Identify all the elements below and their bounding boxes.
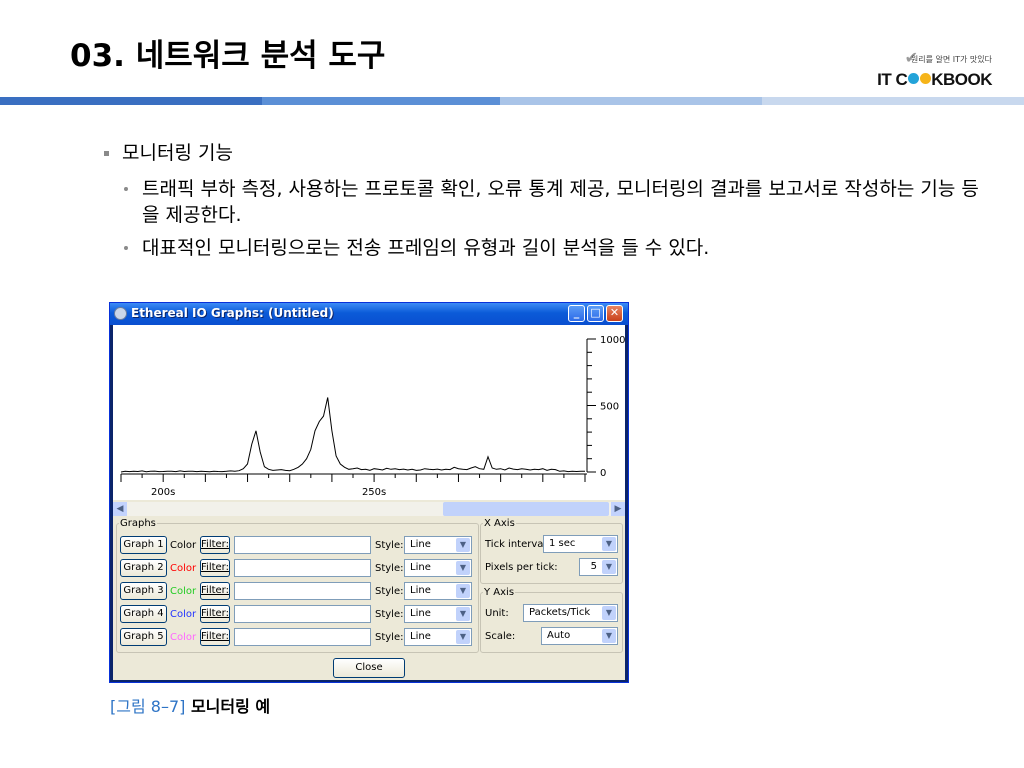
graph-5-style-value: Line <box>410 631 431 642</box>
header-color-band <box>0 97 1024 105</box>
graph-3-filter-button[interactable]: Filter: <box>200 582 230 600</box>
brand-name-part-1: IT C <box>877 70 908 89</box>
window-client: 200s 250s 0 500 1000 ◀ ▶ Graphs Graph 1 Color… <box>113 325 625 680</box>
graph-5-filter-input[interactable] <box>234 628 371 646</box>
graph-2-style-label: Style: <box>375 563 404 574</box>
graph-4-style-value: Line <box>410 608 431 619</box>
horizontal-scrollbar[interactable]: ◀ ▶ <box>113 502 625 516</box>
brand-logo: ✔ 원리를 알면 IT가 맛있다 IT C KBOOK <box>854 48 994 95</box>
graph-5-color-label[interactable]: Color <box>170 632 196 643</box>
series-line-1 <box>120 397 586 473</box>
io-graph-plot: 200s 250s 0 500 1000 <box>113 325 625 500</box>
slide-title: 03. 네트워크 분석 도구 <box>70 38 386 74</box>
graph-3-style-value: Line <box>410 585 431 596</box>
caption-tag: [그림 8–7] <box>110 697 186 716</box>
maximize-button[interactable]: □ <box>587 305 604 322</box>
scroll-left-icon[interactable]: ◀ <box>113 502 127 516</box>
scrollbar-thumb[interactable] <box>443 502 609 516</box>
graph-4-style-select[interactable]: Line ▼ <box>404 605 472 623</box>
x-tick-label: 250s <box>362 487 386 498</box>
io-graphs-window: Ethereal IO Graphs: (Untitled) _ □ ✕ 200… <box>109 302 629 683</box>
graph-1-filter-input[interactable] <box>234 536 371 554</box>
graph-1-style-select[interactable]: Line ▼ <box>404 536 472 554</box>
caption-text: 모니터링 예 <box>185 697 271 716</box>
scale-value: Auto <box>547 630 571 641</box>
graph-3-button[interactable]: Graph 3 <box>120 582 167 600</box>
bullet-main: 모니터링 기능 <box>100 140 980 166</box>
graph-3-style-label: Style: <box>375 586 404 597</box>
figure-caption: [그림 8–7] 모니터링 예 <box>110 693 270 717</box>
graph-3-filter-input[interactable] <box>234 582 371 600</box>
pixels-per-tick-value: 5 <box>590 561 597 572</box>
graph-3-color-label[interactable]: Color <box>170 586 196 597</box>
graph-1-color-label[interactable]: Color <box>170 540 196 551</box>
scale-select[interactable]: Auto ▼ <box>541 627 618 645</box>
brand-name: IT C KBOOK <box>877 70 992 90</box>
chevron-down-icon: ▼ <box>456 538 470 552</box>
graph-1-style-label: Style: <box>375 540 404 551</box>
y-tick-label: 500 <box>600 402 619 413</box>
tick-interval-value: 1 sec <box>549 538 576 549</box>
graph-5-button[interactable]: Graph 5 <box>120 628 167 646</box>
close-button[interactable]: Close <box>333 658 405 678</box>
tick-interval-select[interactable]: 1 sec ▼ <box>543 535 618 553</box>
x-tick-label: 200s <box>151 487 175 498</box>
band-segment-3 <box>500 97 762 105</box>
pixels-per-tick-label: Pixels per tick: <box>485 562 558 573</box>
minimize-button[interactable]: _ <box>568 305 585 322</box>
unit-select[interactable]: Packets/Tick ▼ <box>523 604 618 622</box>
logo-dot-yellow <box>919 73 931 84</box>
graph-2-style-value: Line <box>410 562 431 573</box>
graph-2-button[interactable]: Graph 2 <box>120 559 167 577</box>
graph-4-filter-input[interactable] <box>234 605 371 623</box>
chevron-down-icon: ▼ <box>602 537 616 551</box>
chevron-down-icon: ▼ <box>602 629 616 643</box>
graph-1-button[interactable]: Graph 1 <box>120 536 167 554</box>
scroll-right-icon[interactable]: ▶ <box>611 502 625 516</box>
bullet-list: 모니터링 기능 트래픽 부하 측정, 사용하는 프로토콜 확인, 오류 통계 제… <box>100 140 980 268</box>
graph-3-style-select[interactable]: Line ▼ <box>404 582 472 600</box>
y-tick-label: 1000 <box>600 335 625 346</box>
chevron-down-icon: ▼ <box>602 560 616 574</box>
band-segment-1 <box>0 97 262 105</box>
chevron-down-icon: ▼ <box>456 584 470 598</box>
window-title: Ethereal IO Graphs: (Untitled) <box>131 306 334 320</box>
graph-2-color-label[interactable]: Color <box>170 563 196 574</box>
graph-4-style-label: Style: <box>375 609 404 620</box>
unit-label: Unit: <box>485 608 509 619</box>
graphs-legend: Graphs <box>120 518 156 529</box>
graph-5-style-select[interactable]: Line ▼ <box>404 628 472 646</box>
graph-1-style-value: Line <box>410 539 431 550</box>
graph-2-filter-button[interactable]: Filter: <box>200 559 230 577</box>
tick-interval-label: Tick interval: <box>485 539 550 550</box>
graph-5-style-label: Style: <box>375 632 404 643</box>
band-segment-4 <box>762 97 1024 105</box>
y-axis-legend: Y Axis <box>484 587 515 598</box>
unit-value: Packets/Tick <box>529 607 591 618</box>
logo-dot-blue <box>907 73 919 84</box>
bullet-sub-1: 트래픽 부하 측정, 사용하는 프로토콜 확인, 오류 통계 제공, 모니터링의… <box>120 176 980 228</box>
chevron-down-icon: ▼ <box>456 561 470 575</box>
brand-tagline: 원리를 알면 IT가 맛있다 <box>910 55 992 64</box>
chevron-down-icon: ▼ <box>456 630 470 644</box>
pixels-per-tick-select[interactable]: 5 ▼ <box>579 558 618 576</box>
y-tick-label: 0 <box>600 468 606 479</box>
x-axis-legend: X Axis <box>484 518 515 529</box>
graph-5-filter-button[interactable]: Filter: <box>200 628 230 646</box>
graph-4-button[interactable]: Graph 4 <box>120 605 167 623</box>
chevron-down-icon: ▼ <box>602 606 616 620</box>
app-icon <box>114 307 127 320</box>
graph-1-filter-button[interactable]: Filter: <box>200 536 230 554</box>
graph-2-filter-input[interactable] <box>234 559 371 577</box>
chevron-down-icon: ▼ <box>456 607 470 621</box>
band-segment-2 <box>262 97 500 105</box>
graph-4-color-label[interactable]: Color <box>170 609 196 620</box>
graph-2-style-select[interactable]: Line ▼ <box>404 559 472 577</box>
scale-label: Scale: <box>485 631 516 642</box>
window-titlebar[interactable]: Ethereal IO Graphs: (Untitled) _ □ ✕ <box>110 303 628 325</box>
graph-4-filter-button[interactable]: Filter: <box>200 605 230 623</box>
close-window-button[interactable]: ✕ <box>606 305 623 322</box>
bullet-sub-2: 대표적인 모니터링으로는 전송 프레임의 유형과 길이 분석을 들 수 있다. <box>120 235 980 261</box>
brand-name-part-2: KBOOK <box>931 70 992 89</box>
